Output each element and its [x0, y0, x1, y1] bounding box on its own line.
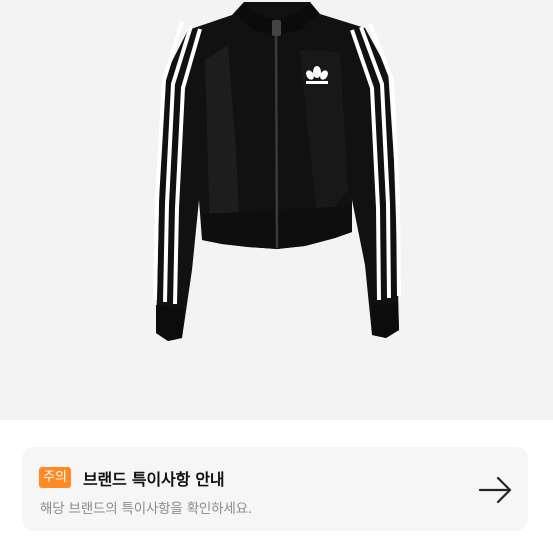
notice-description: 해당 브랜드의 특이사항을 확인하세요. [40, 501, 252, 517]
notice-title: 브랜드 특이사항 안내 [83, 470, 225, 489]
brand-notice-card[interactable]: 주의 브랜드 특이사항 안내 해당 브랜드의 특이사항을 확인하세요. [22, 447, 528, 531]
track-jacket-image [153, 2, 401, 341]
warning-badge: 주의 [39, 467, 71, 488]
arrow-right-icon[interactable] [476, 472, 516, 508]
product-image-area [0, 0, 553, 420]
